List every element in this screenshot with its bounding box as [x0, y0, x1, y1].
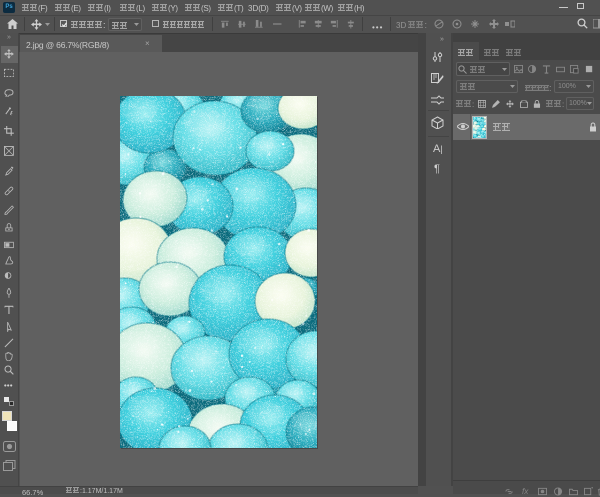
svg-text:fx: fx — [522, 487, 529, 496]
